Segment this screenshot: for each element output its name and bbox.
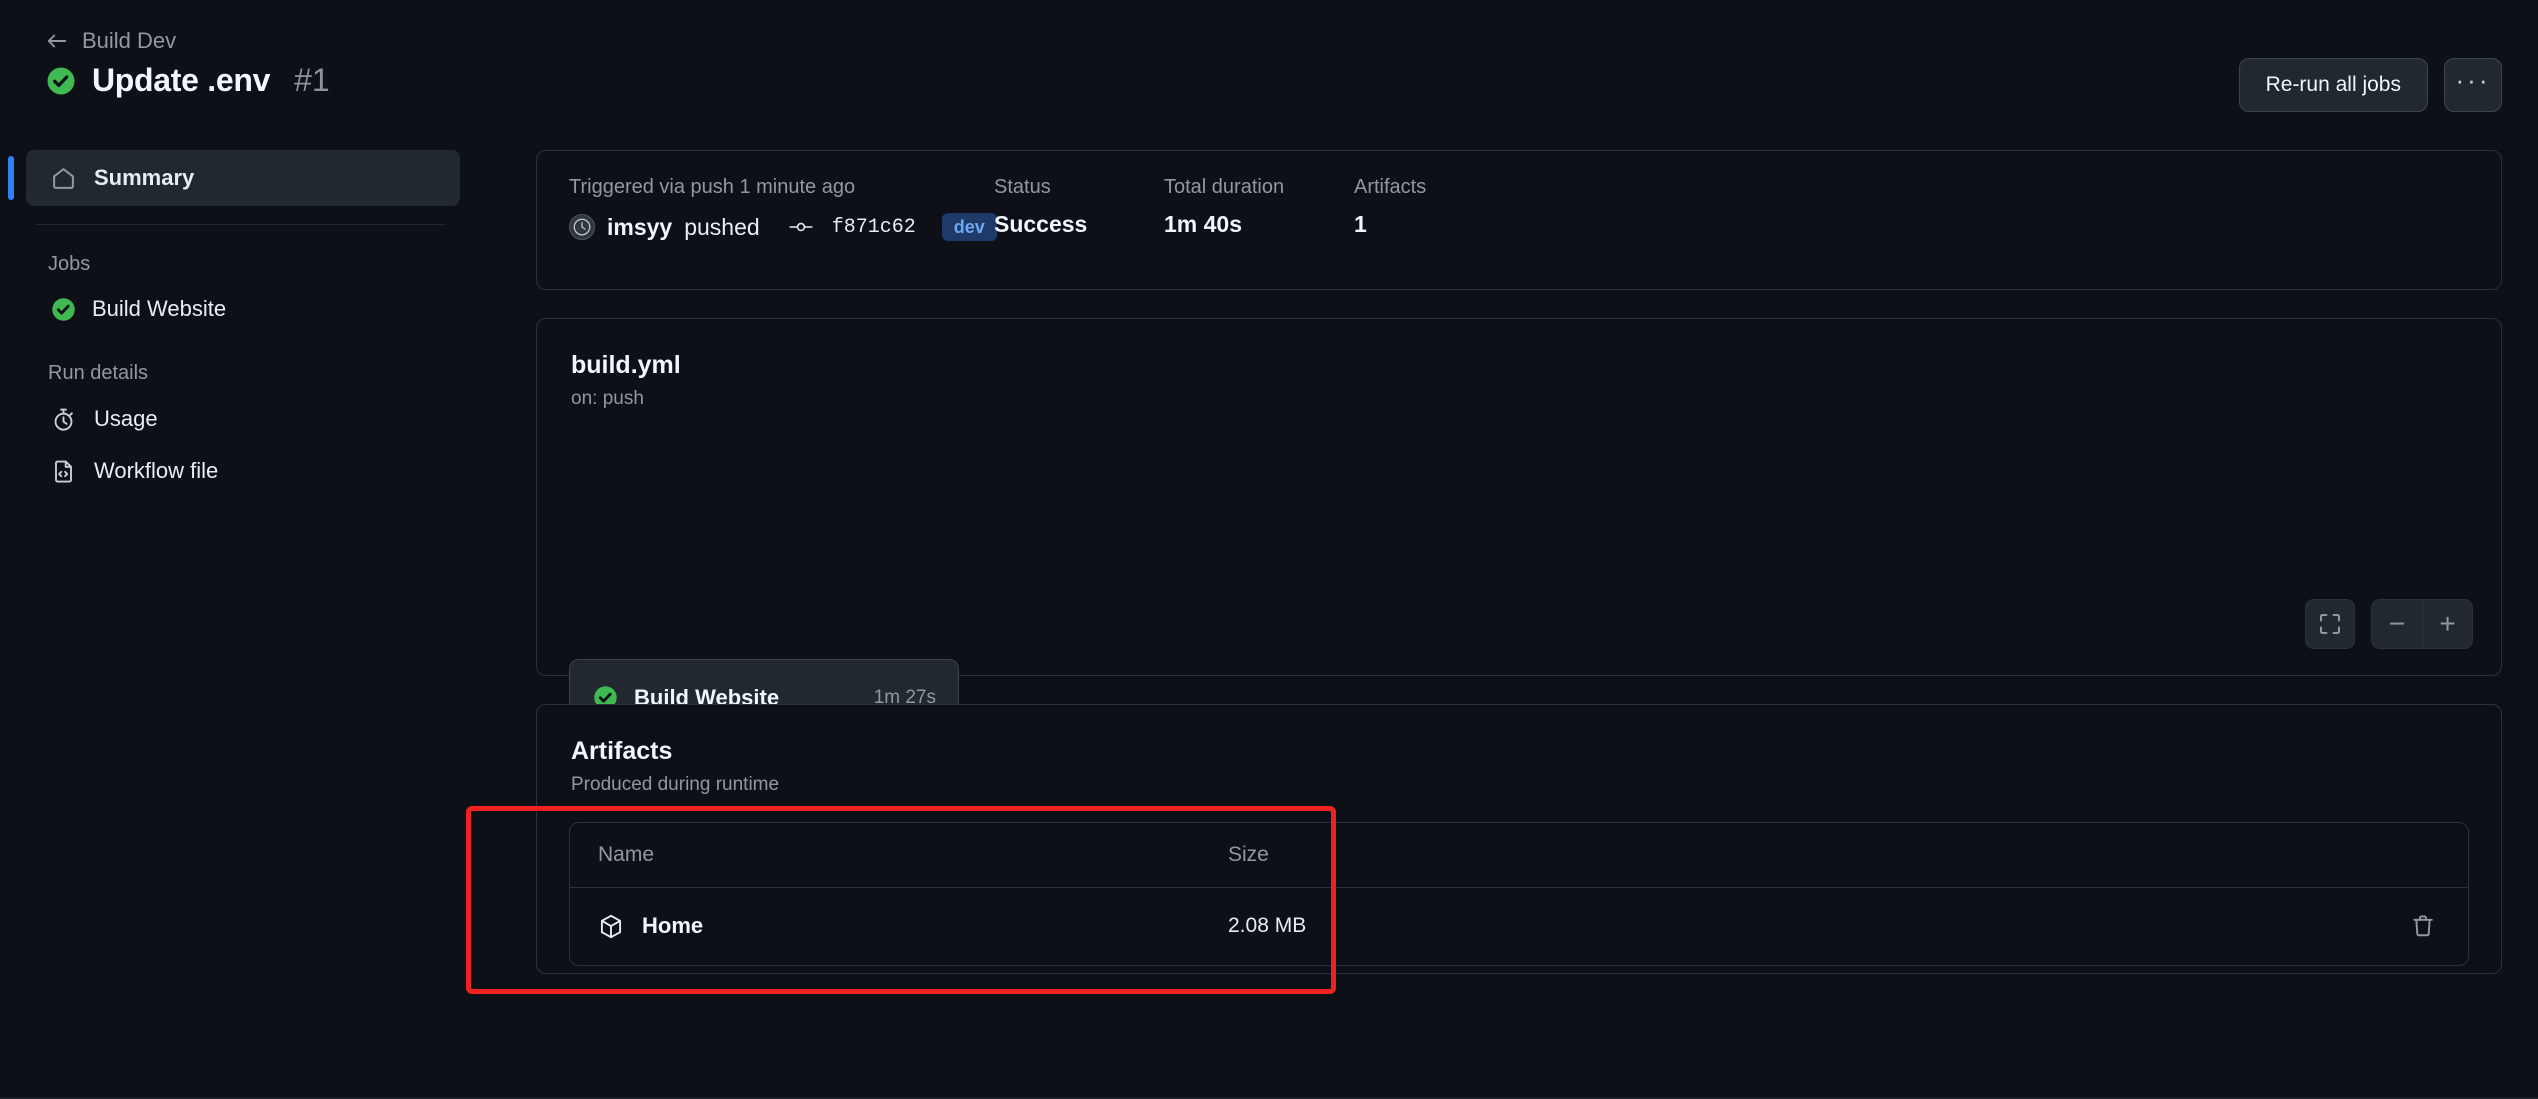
table-row[interactable]: Home 2.08 MB xyxy=(570,886,2468,965)
artifacts-table-header: Name Size xyxy=(570,823,2468,887)
workflow-graph-card: build.yml on: push Build Website 1m 27s xyxy=(536,318,2502,736)
artifacts-count-label: Artifacts xyxy=(1354,176,1427,198)
trigger-column: Triggered via push 1 minute ago imsyy pu… xyxy=(569,176,997,241)
home-icon xyxy=(50,165,76,191)
workflow-file-icon xyxy=(50,458,76,484)
sidebar-item-summary-label: Summary xyxy=(94,165,195,190)
sidebar-item-usage[interactable]: Usage xyxy=(44,393,460,445)
column-header-name: Name xyxy=(598,842,655,866)
zoom-out-button[interactable]: − xyxy=(2372,600,2422,648)
artifacts-count-value: 1 xyxy=(1354,211,1367,237)
artifacts-header: Artifacts Produced during runtime xyxy=(537,705,2501,796)
workflow-header: build.yml on: push xyxy=(537,319,2501,410)
breadcrumb-label[interactable]: Build Dev xyxy=(82,30,176,52)
zoom-in-button[interactable]: + xyxy=(2422,600,2472,648)
status-column: Status Success xyxy=(994,177,1164,241)
trigger-label: Triggered via push 1 minute ago xyxy=(569,176,856,198)
duration-value: 1m 40s xyxy=(1164,211,1243,237)
stopwatch-icon xyxy=(50,406,76,432)
branch-badge[interactable]: dev xyxy=(941,213,997,241)
duration-column: Total duration 1m 40s xyxy=(1164,177,1354,241)
artifact-size-text: 2.08 MB xyxy=(1228,914,1307,937)
duration-label: Total duration xyxy=(1164,176,1285,198)
workflow-trigger-text: on: push xyxy=(571,387,644,409)
trigger-action: pushed xyxy=(684,213,760,240)
page-header: Build Dev Update .env #1 Re-run all jobs… xyxy=(0,0,2538,145)
run-summary-card: Triggered via push 1 minute ago imsyy pu… xyxy=(536,150,2502,290)
trash-icon[interactable] xyxy=(2406,909,2440,943)
package-icon xyxy=(598,913,624,939)
sidebar-group-run-details: Run details xyxy=(48,362,149,384)
success-check-icon xyxy=(50,296,76,322)
status-label: Status xyxy=(994,176,1051,198)
sidebar-usage-label: Usage xyxy=(94,406,158,431)
artifact-name-cell: Home xyxy=(598,913,1228,939)
arrow-left-icon[interactable] xyxy=(46,30,68,52)
commit-sha[interactable]: f871c62 xyxy=(832,216,916,239)
more-options-button[interactable]: ··· xyxy=(2444,58,2502,112)
sidebar-item-summary[interactable]: Summary xyxy=(8,150,460,206)
zoom-button-group: − + xyxy=(2371,599,2473,649)
artifacts-count-column: Artifacts 1 xyxy=(1354,177,1426,241)
fit-to-screen-icon[interactable] xyxy=(2305,599,2355,649)
artifact-name-text[interactable]: Home xyxy=(642,913,703,939)
graph-zoom-controls: − + xyxy=(2305,599,2473,649)
workflow-run-page: Build Dev Update .env #1 Re-run all jobs… xyxy=(0,0,2538,1099)
sidebar-workflow-file-label: Workflow file xyxy=(94,458,219,483)
status-value: Success xyxy=(994,211,1088,237)
run-summary-grid: Triggered via push 1 minute ago imsyy pu… xyxy=(537,151,2501,241)
sidebar: Summary Jobs Build Website Run details U… xyxy=(0,150,470,1099)
run-number-text: #1 xyxy=(294,62,330,98)
sidebar-item-workflow-file[interactable]: Workflow file xyxy=(44,445,460,497)
page-title: Update .env #1 xyxy=(46,62,330,99)
header-actions: Re-run all jobs ··· xyxy=(2238,58,2502,112)
artifacts-card: Artifacts Produced during runtime Name S… xyxy=(536,704,2502,974)
artifacts-subtitle: Produced during runtime xyxy=(571,773,780,795)
sidebar-group-jobs: Jobs xyxy=(48,253,91,275)
breadcrumb[interactable]: Build Dev xyxy=(46,30,176,52)
actor-name[interactable]: imsyy xyxy=(607,214,672,241)
trigger-value: imsyy pushed f871c62 dev xyxy=(569,213,997,241)
sidebar-item-build-website[interactable]: Build Website xyxy=(44,284,460,334)
artifacts-table: Name Size Home 2.08 MB xyxy=(569,821,2469,966)
commit-icon xyxy=(788,218,814,236)
success-check-icon xyxy=(46,66,76,96)
artifacts-title: Artifacts xyxy=(571,737,673,765)
avatar[interactable] xyxy=(569,214,595,240)
run-title-text: Update .env xyxy=(92,62,271,98)
column-header-size: Size xyxy=(1228,842,1269,866)
main-content: Triggered via push 1 minute ago imsyy pu… xyxy=(536,150,2502,1099)
workflow-file-name: build.yml xyxy=(571,351,681,379)
rerun-all-jobs-button[interactable]: Re-run all jobs xyxy=(2238,58,2428,112)
kebab-dots-icon: ··· xyxy=(2455,65,2491,95)
sidebar-job-label: Build Website xyxy=(92,296,227,321)
